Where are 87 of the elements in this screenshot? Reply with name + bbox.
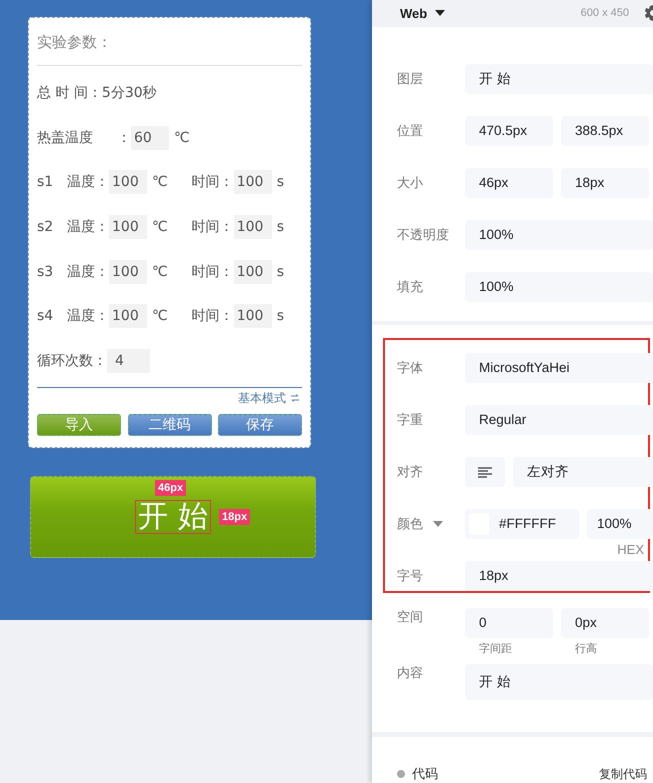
unit-label: ℃	[152, 308, 168, 324]
align-button[interactable]	[465, 457, 505, 488]
time-label: 时间	[192, 307, 220, 326]
caret-icon[interactable]	[433, 521, 443, 528]
property-label: 图层	[397, 70, 424, 88]
property-field[interactable]: Regular	[465, 405, 653, 436]
caret-icon	[435, 10, 446, 16]
property-field[interactable]: 18px	[465, 561, 653, 592]
time-label: 时间	[192, 173, 220, 192]
section-title: 代码	[412, 765, 438, 783]
time-field[interactable]: 100	[234, 170, 272, 194]
cycles-label: 循环次数：	[37, 352, 107, 370]
align-field[interactable]: 左对齐	[513, 457, 653, 488]
lid-temp-label: 热盖温度	[37, 128, 94, 147]
unit-label: ℃	[152, 264, 168, 280]
colon: ：	[220, 307, 234, 326]
temp-label: 温度：	[67, 218, 109, 236]
property-field[interactable]: 0px	[561, 608, 649, 638]
property-field[interactable]: 388.5px	[561, 116, 649, 146]
colon: ：	[117, 128, 131, 147]
card-title: 实验参数：	[37, 32, 113, 53]
unit-label: s	[276, 264, 284, 280]
property-field[interactable]: MicrosoftYaHei	[465, 353, 653, 384]
canvas-size: 600 x 450	[580, 7, 629, 20]
unit-label: s	[276, 174, 284, 190]
lid-temp-field[interactable]: 60	[131, 126, 169, 150]
temp-label: 温度：	[67, 307, 109, 326]
property-label: 空间	[397, 608, 424, 626]
colon: ：	[220, 218, 234, 236]
property-field[interactable]: 18px	[561, 168, 649, 198]
width-badge: 46px	[155, 480, 186, 496]
property-label: 字重	[397, 411, 424, 430]
time-field[interactable]: 100	[234, 260, 272, 284]
property-field[interactable]: 100%	[465, 220, 653, 250]
colon: ：	[220, 262, 234, 281]
color-field[interactable]: #FFFFFF	[465, 509, 579, 540]
cycles-field[interactable]: 4	[107, 348, 150, 373]
time-label: 时间	[192, 262, 220, 281]
unit-label: ℃	[174, 130, 190, 146]
temp-field[interactable]: 100	[109, 260, 147, 284]
property-field[interactable]: 470.5px	[465, 116, 553, 146]
property-field[interactable]: 开 始	[465, 64, 653, 94]
property-label: 字号	[397, 567, 424, 586]
bullet-icon	[397, 770, 405, 778]
temp-field[interactable]: 100	[109, 304, 147, 328]
total-time-label: 总 时 间：	[37, 84, 102, 102]
property-field[interactable]: 100%	[465, 272, 653, 302]
total-time-value: 5分30秒	[102, 84, 157, 102]
temp-label: 温度：	[67, 262, 109, 281]
time-field[interactable]: 100	[234, 215, 272, 240]
colon: ：	[220, 173, 234, 192]
temp-field[interactable]: 100	[109, 170, 147, 194]
mode-link[interactable]: 基本模式	[238, 390, 286, 407]
property-label: 不透明度	[397, 226, 450, 244]
property-label: 对齐	[397, 463, 424, 482]
property-label: 颜色	[397, 515, 465, 534]
align-left-icon	[478, 466, 492, 478]
unit-label: ℃	[152, 219, 168, 236]
property-field[interactable]: 46px	[465, 168, 553, 198]
stage-label: s3	[37, 264, 54, 280]
property-field[interactable]: 0	[465, 608, 553, 638]
property-label: 填充	[397, 278, 424, 296]
selected-text-outline: 开 始	[135, 500, 211, 534]
stage-label: s1	[37, 174, 54, 190]
field-caption: 字间距	[478, 642, 513, 656]
property-label: 内容	[397, 664, 424, 682]
height-badge: 18px	[219, 509, 250, 525]
stage-label: s4	[37, 308, 54, 324]
time-field[interactable]: 100	[234, 304, 272, 328]
temp-label: 温度：	[67, 173, 109, 192]
copy-code-link[interactable]: 复制代码	[599, 766, 647, 783]
unit-label: s	[276, 308, 284, 324]
format-label: HEX	[617, 542, 644, 558]
unit-label: s	[276, 219, 284, 236]
property-label: 大小	[397, 174, 424, 192]
stage-label: s2	[37, 219, 54, 236]
content-field[interactable]: 开 始	[465, 664, 653, 700]
unit-label: ℃	[152, 174, 168, 190]
gear-icon[interactable]	[643, 3, 653, 24]
device-dropdown[interactable]: Web	[400, 6, 446, 21]
opacity-field[interactable]: 100%	[587, 509, 653, 540]
field-caption: 行高	[574, 642, 598, 656]
temp-field[interactable]: 100	[109, 215, 147, 240]
property-label: 位置	[397, 122, 424, 140]
time-label: 时间	[192, 218, 220, 236]
switch-icon[interactable]	[290, 394, 300, 402]
property-label: 字体	[397, 359, 424, 378]
